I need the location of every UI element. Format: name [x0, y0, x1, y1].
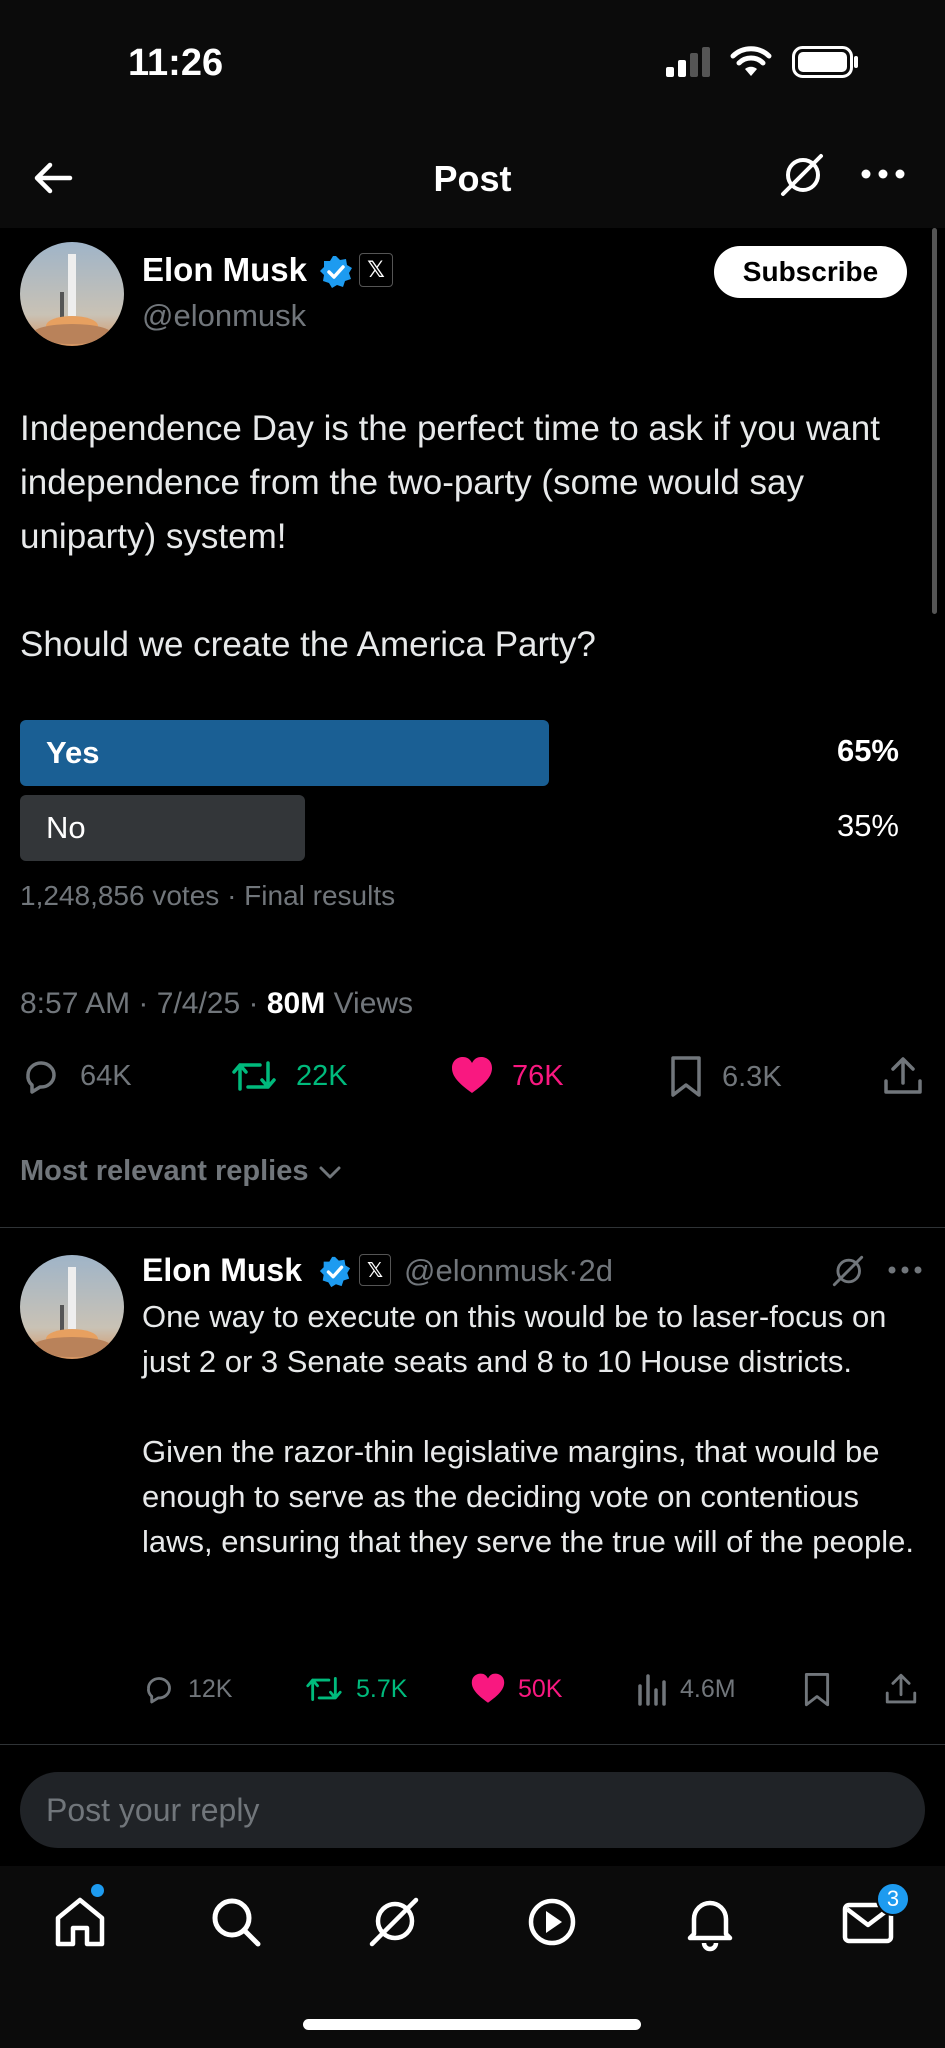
notifications-bell-icon[interactable]	[680, 1892, 740, 1952]
home-icon[interactable]	[50, 1892, 110, 1952]
bookmark-count: 6.3K	[722, 1060, 782, 1093]
like-count: 50K	[518, 1674, 563, 1703]
views-label: Views	[333, 987, 414, 1020]
like-button[interactable]: 76K	[450, 1055, 564, 1097]
poll-option-label: No	[46, 810, 86, 845]
share-icon	[884, 1057, 922, 1094]
wifi-icon	[730, 46, 772, 76]
bookmark-button[interactable]	[802, 1672, 832, 1708]
status-icons	[666, 46, 860, 78]
repost-button[interactable]: 22K	[230, 1055, 348, 1097]
analytics-icon	[638, 1674, 666, 1706]
grok-icon[interactable]	[777, 150, 827, 200]
repost-icon	[306, 1677, 342, 1701]
views-button[interactable]: 4.6M	[636, 1672, 736, 1706]
video-play-icon[interactable]	[522, 1892, 582, 1952]
share-button[interactable]	[882, 1055, 924, 1097]
scrollbar[interactable]	[932, 228, 937, 614]
grok-icon[interactable]	[830, 1253, 866, 1289]
post-time[interactable]: 8:57 AM	[20, 987, 130, 1020]
reply-count: 12K	[188, 1674, 233, 1703]
poll-option-percent: 65%	[836, 733, 899, 768]
poll-option-label: Yes	[46, 735, 100, 770]
verified-badge-icon	[319, 1256, 351, 1288]
reply-button[interactable]: 12K	[142, 1672, 232, 1706]
reply-author-name[interactable]: Elon Musk	[142, 1252, 302, 1289]
repost-count: 5.7K	[356, 1674, 408, 1703]
more-options-icon[interactable]	[861, 164, 905, 184]
heart-filled-icon	[452, 1057, 492, 1093]
repost-count: 22K	[296, 1059, 348, 1092]
rocket-avatar-image	[20, 242, 124, 346]
post-date[interactable]: 7/4/25	[157, 987, 240, 1020]
reply-avatar[interactable]	[20, 1255, 124, 1359]
post-timestamp: 8:57 AM · 7/4/25 · 80M Views	[20, 987, 414, 1020]
more-options-icon[interactable]	[888, 1263, 922, 1277]
search-icon[interactable]	[206, 1892, 266, 1952]
poll-option-no: No	[20, 795, 305, 861]
battery-icon	[792, 46, 858, 78]
heart-filled-icon	[471, 1673, 505, 1703]
poll-votes: 1,248,856 votes	[20, 880, 220, 911]
reply-action-bar: 12K 5.7K 50K 4.6M	[142, 1672, 932, 1712]
bookmark-icon	[671, 1056, 701, 1097]
poll-summary: 1,248,856 votes · Final results	[20, 880, 396, 911]
rocket-avatar-image	[20, 1255, 124, 1359]
x-affiliation-badge[interactable]: 𝕏	[359, 253, 393, 287]
verified-badge-icon	[320, 256, 352, 288]
divider	[0, 1227, 945, 1228]
repost-button[interactable]: 5.7K	[304, 1672, 407, 1706]
messages-badge: 3	[876, 1882, 910, 1916]
subscribe-button[interactable]: Subscribe	[714, 246, 907, 298]
author-handle[interactable]: @elonmusk	[142, 298, 306, 334]
reply-count: 64K	[80, 1059, 132, 1092]
bookmark-button[interactable]: 6.3K	[668, 1055, 782, 1099]
status-time: 11:26	[128, 42, 224, 84]
reply-age: 2d	[578, 1253, 613, 1288]
post-text: Independence Day is the perfect time to …	[20, 409, 880, 664]
poll-status: Final results	[244, 880, 396, 911]
poll-option-percent: 35%	[836, 808, 899, 843]
reply-button[interactable]: 64K	[20, 1055, 132, 1097]
cellular-signal-icon	[666, 47, 710, 77]
reply-input[interactable]: Post your reply	[20, 1772, 925, 1848]
reply-handle-line: @elonmusk·2d	[404, 1253, 613, 1288]
author-name[interactable]: Elon Musk	[142, 251, 307, 289]
chevron-down-icon	[319, 1166, 340, 1178]
poll-option-yes: Yes	[20, 720, 549, 786]
status-bar: 11:26	[0, 0, 945, 130]
top-nav-bar: Post	[0, 130, 945, 228]
like-button[interactable]: 50K	[470, 1672, 562, 1706]
reply-icon	[147, 1677, 171, 1704]
views-count: 80M	[266, 987, 326, 1020]
replies-sort-dropdown[interactable]: Most relevant replies	[20, 1155, 343, 1188]
repost-icon	[232, 1061, 276, 1091]
share-button[interactable]	[884, 1672, 918, 1706]
share-icon	[885, 1673, 917, 1704]
replies-sort-label: Most relevant replies	[20, 1155, 309, 1187]
views-count: 4.6M	[680, 1674, 736, 1703]
reply-text: One way to execute on this would be to l…	[142, 1299, 914, 1559]
reply-icon	[26, 1061, 56, 1094]
bookmark-icon	[804, 1673, 830, 1707]
avatar[interactable]	[20, 242, 124, 346]
post-action-bar: 64K 22K 76K 6.3K	[20, 1055, 925, 1107]
home-indicator[interactable]	[303, 2019, 641, 2030]
divider	[0, 1744, 945, 1745]
grok-icon[interactable]	[364, 1892, 424, 1952]
like-count: 76K	[512, 1059, 564, 1092]
home-notification-dot	[91, 1884, 104, 1897]
x-affiliation-badge[interactable]: 𝕏	[359, 1254, 391, 1286]
reply-author-handle[interactable]: @elonmusk	[404, 1253, 568, 1288]
